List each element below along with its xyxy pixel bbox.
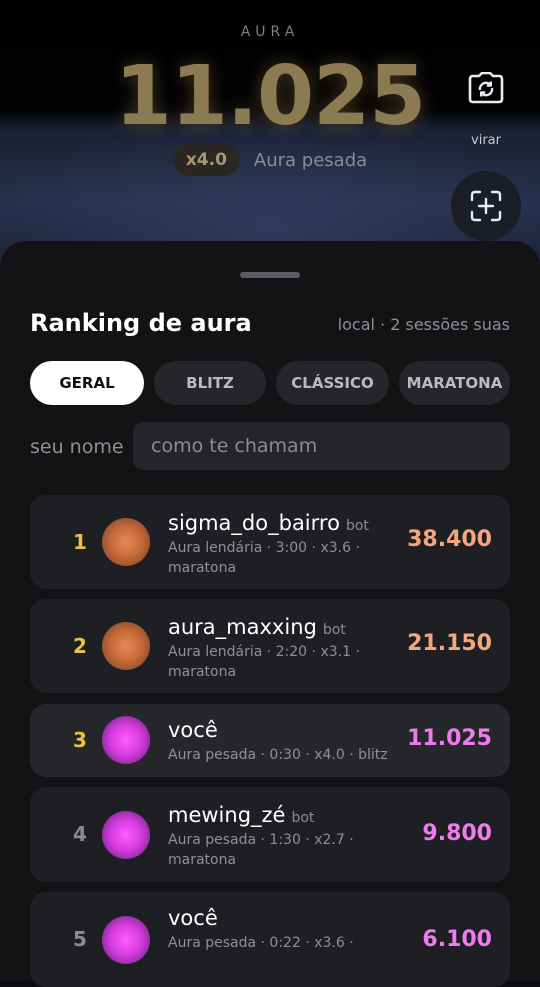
multiplier-row: x4.0 Aura pesada [0, 144, 540, 176]
ranking-subtitle: local · 2 sessões suas [337, 315, 510, 334]
camera-flip-icon [468, 72, 504, 104]
name-label: seu nome [30, 436, 124, 458]
avatar [102, 622, 150, 670]
player-name-text: aura_maxxing [168, 615, 317, 639]
player-name: mewing_zé bot [168, 803, 314, 827]
ranking-row[interactable]: 1 sigma_do_bairro bot Aura lendária · 3:0… [30, 495, 510, 589]
rank-number: 1 [73, 530, 87, 554]
aura-label: AURA [240, 24, 300, 40]
player-detail: Aura lendária · 3:00 · x3.6 · maratona [168, 540, 360, 576]
player-name: você [168, 906, 218, 930]
bot-tag: bot [345, 518, 369, 534]
rank-number: 3 [73, 728, 87, 752]
aura-tier: Aura pesada [253, 149, 368, 171]
player-detail: Aura pesada · 0:22 · x3.6 · [168, 935, 354, 951]
avatar [102, 811, 150, 859]
tab-maratona[interactable]: MARATONA [399, 361, 510, 405]
avatar [102, 916, 150, 964]
ranking-title: Ranking de aura [30, 309, 252, 337]
multiplier-badge: x4.0 [172, 144, 240, 176]
player-name-text: sigma_do_bairro [168, 511, 340, 535]
avatar [102, 716, 150, 764]
aura-score: 11.025 [114, 49, 426, 144]
scan-button[interactable] [451, 171, 521, 241]
ranking-row[interactable]: 4 mewing_zé bot Aura pesada · 1:30 · x2.7… [30, 787, 510, 882]
player-name-text: mewing_zé [168, 803, 286, 827]
ranking-row-self[interactable]: 3 você Aura pesada · 0:30 · x4.0 · blitz… [30, 704, 510, 777]
ranking-row-self[interactable]: 5 você Aura pesada · 0:22 · x3.6 · 6.100 [30, 892, 510, 987]
player-detail: Aura lendária · 2:20 · x3.1 · maratona [168, 644, 360, 680]
mode-tabs: GERAL BLITZ CLÁSSICO MARATONA [30, 361, 510, 405]
flip-camera-button[interactable] [462, 66, 510, 110]
tab-classico[interactable]: CLÁSSICO [276, 361, 389, 405]
rank-number: 4 [73, 822, 87, 846]
scan-plus-icon [470, 190, 502, 222]
bot-tag: bot [322, 622, 346, 638]
player-score: 21.150 [407, 631, 492, 656]
player-detail: Aura pesada · 1:30 · x2.7 · maratona [168, 832, 354, 868]
avatar [102, 518, 150, 566]
ranking-sheet: Ranking de aura local · 2 sessões suas G… [0, 241, 540, 987]
player-score: 11.025 [407, 726, 492, 751]
player-name: sigma_do_bairro bot [168, 511, 369, 535]
player-score: 38.400 [407, 527, 492, 552]
sheet-drag-handle[interactable] [240, 272, 300, 278]
rank-number: 5 [73, 927, 87, 951]
player-score: 9.800 [422, 821, 492, 846]
player-name: aura_maxxing bot [168, 615, 346, 639]
tab-blitz[interactable]: BLITZ [154, 361, 266, 405]
player-name: você [168, 718, 218, 742]
rank-number: 2 [73, 634, 87, 658]
player-score: 6.100 [422, 927, 492, 952]
bot-tag: bot [291, 810, 315, 826]
name-input[interactable] [133, 422, 510, 470]
tab-geral[interactable]: GERAL [30, 361, 144, 405]
flip-camera-label: virar [471, 133, 501, 148]
ranking-row[interactable]: 2 aura_maxxing bot Aura lendária · 2:20 ·… [30, 599, 510, 693]
player-detail: Aura pesada · 0:30 · x4.0 · blitz [168, 747, 388, 763]
